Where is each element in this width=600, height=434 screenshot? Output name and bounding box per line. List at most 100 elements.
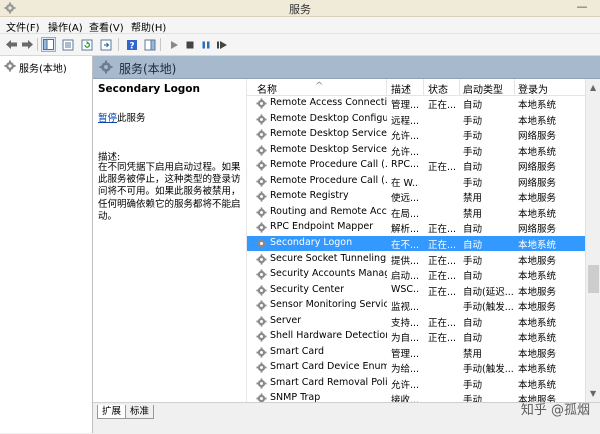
table-row[interactable]: Security CenterWSC...正在...自动(延迟...本地服务 [247, 283, 585, 299]
scroll-down-icon[interactable]: ▼ [590, 389, 596, 398]
service-name-cell: Smart Card Device Enum... [270, 361, 387, 372]
menu-view[interactable]: 查看(V) [89, 19, 124, 34]
sort-ascending-icon: ^ [315, 81, 323, 92]
service-desc-cell: 在局... [391, 206, 419, 220]
back-arrow-icon[interactable] [4, 37, 19, 52]
service-startup-cell: 自动 [463, 330, 515, 344]
scroll-up-icon[interactable]: ▲ [590, 83, 596, 92]
menu-action[interactable]: 操作(A) [48, 19, 83, 34]
gear-icon [256, 191, 267, 205]
stop-service-icon[interactable] [182, 37, 197, 52]
table-row[interactable]: Remote Access Connecti...管理...正在...自动本地系… [247, 96, 585, 112]
service-status-cell: 正在... [428, 221, 456, 235]
table-row[interactable]: Smart Card Removal Poli...允许...手动本地系统 [247, 376, 585, 392]
service-status-cell: 正在... [428, 268, 456, 282]
console-tree-icon[interactable] [41, 37, 56, 52]
help-icon[interactable]: ? [124, 37, 139, 52]
tree-node-label: 服务(本地) [19, 60, 67, 75]
gear-icon [256, 160, 267, 174]
service-desc-cell: 允许... [391, 144, 419, 158]
table-row[interactable]: RPC Endpoint Mapper解析...正在...自动网络服务 [247, 220, 585, 236]
gear-icon [256, 300, 267, 314]
menu-help[interactable]: 帮助(H) [131, 19, 166, 34]
vertical-scrollbar[interactable]: ▲ ▼ [585, 79, 600, 402]
service-startup-cell: 自动 [463, 221, 515, 235]
table-row[interactable]: Remote Desktop Service...允许...手动本地系统 [247, 143, 585, 159]
service-desc-cell: 允许... [391, 128, 419, 142]
service-desc-cell: 在 W... [391, 175, 419, 189]
service-desc-cell: 接收... [391, 392, 419, 402]
service-name-cell: Secondary Logon [270, 237, 387, 248]
tab-extended[interactable]: 扩展 [97, 405, 126, 419]
start-service-icon[interactable] [166, 37, 181, 52]
table-row[interactable]: Shell Hardware Detection为自...正在...自动本地系统 [247, 329, 585, 345]
column-name[interactable]: 名称 [257, 81, 277, 96]
table-row[interactable]: Remote Desktop Configu...远程...手动本地系统 [247, 112, 585, 128]
table-row[interactable]: Secure Socket Tunneling ...提供...正在...手动本… [247, 252, 585, 268]
gear-icon [256, 98, 267, 112]
column-logon-as[interactable]: 登录为 [518, 81, 548, 96]
tab-standard[interactable]: 标准 [125, 405, 154, 419]
service-description-panel: Secondary Logon 暂停此服务 描述: 在不同凭据下启用启动过程。如… [93, 79, 246, 402]
menu-file[interactable]: 文件(F) [6, 19, 40, 34]
table-row[interactable]: Smart Card Device Enum...为给...手动(触发...本地… [247, 360, 585, 376]
service-logon-cell: 本地系统 [518, 206, 580, 220]
service-desc-cell: 解析... [391, 221, 419, 235]
export-list-icon[interactable] [98, 37, 113, 52]
gear-icon [256, 269, 267, 283]
column-status[interactable]: 状态 [428, 81, 448, 96]
service-status-cell: 正在... [428, 97, 456, 111]
service-name-cell: Smart Card [270, 346, 387, 357]
gear-icon [256, 176, 267, 190]
refresh-icon[interactable] [79, 37, 94, 52]
description-text: 在不同凭据下启用启动过程。如果此服务被停止，这种类型的登录访问将不可用。如果此服… [98, 162, 246, 223]
window-title: 服务 [0, 1, 600, 17]
table-row[interactable]: Remote Procedure Call (...在 W...手动网络服务 [247, 174, 585, 190]
gear-icon [256, 362, 267, 376]
service-logon-cell: 本地系统 [518, 377, 580, 391]
service-startup-cell: 手动 [463, 377, 515, 391]
pause-service-link[interactable]: 暂停 [98, 113, 117, 124]
column-description[interactable]: 描述 [391, 81, 411, 96]
service-startup-cell: 禁用 [463, 346, 515, 360]
service-name-cell: Remote Desktop Services [270, 128, 387, 139]
service-desc-cell: 为给... [391, 361, 419, 375]
service-startup-cell: 手动 [463, 253, 515, 267]
show-pane-icon[interactable] [142, 37, 157, 52]
service-name-cell: Remote Desktop Service... [270, 144, 387, 155]
service-startup-cell: 手动 [463, 175, 515, 189]
title-bar: 服务 — [0, 0, 600, 17]
table-row[interactable]: Remote Desktop Services允许...手动网络服务 [247, 127, 585, 143]
gear-icon [256, 378, 267, 392]
gear-icon [256, 145, 267, 159]
service-name-cell: Security Accounts Manag... [270, 268, 387, 279]
pane-title: 服务(本地) [119, 60, 176, 77]
forward-arrow-icon[interactable] [20, 37, 35, 52]
service-startup-cell: 自动 [463, 268, 515, 282]
service-logon-cell: 本地系统 [518, 144, 580, 158]
gear-icon [256, 254, 267, 268]
table-row[interactable]: Smart Card管理...禁用本地服务 [247, 345, 585, 361]
scroll-thumb[interactable] [588, 265, 599, 293]
table-row[interactable]: Server支持...正在...自动本地系统 [247, 314, 585, 330]
properties-sheet-icon[interactable] [60, 37, 75, 52]
table-row[interactable]: Sensor Monitoring Service监视...手动(触发...本地… [247, 298, 585, 314]
service-name-cell: Routing and Remote Acc... [270, 206, 387, 217]
column-startup-type[interactable]: 启动类型 [463, 81, 503, 96]
table-row[interactable]: Routing and Remote Acc...在局...禁用本地系统 [247, 205, 585, 221]
gear-icon [256, 331, 267, 345]
selected-service-name: Secondary Logon [98, 83, 200, 95]
service-startup-cell: 手动 [463, 392, 515, 402]
table-row[interactable]: Secondary Logon在不...正在...自动本地系统 [247, 236, 585, 252]
service-rows: Remote Access Connecti...管理...正在...自动本地系… [247, 96, 585, 402]
pause-service-icon[interactable] [198, 37, 213, 52]
table-row[interactable]: Security Accounts Manag...启动...正在...自动本地… [247, 267, 585, 283]
service-name-cell: Remote Access Connecti... [270, 97, 387, 108]
service-status-cell: 正在... [428, 159, 456, 173]
service-desc-cell: 远程... [391, 113, 419, 127]
table-row[interactable]: Remote Procedure Call (...RPC...正在...自动网… [247, 158, 585, 174]
table-row[interactable]: Remote Registry使远...禁用本地服务 [247, 189, 585, 205]
minimize-button[interactable]: — [572, 0, 592, 16]
restart-service-icon[interactable] [214, 37, 229, 52]
tree-node-services-local[interactable]: 服务(本地) [4, 60, 67, 75]
